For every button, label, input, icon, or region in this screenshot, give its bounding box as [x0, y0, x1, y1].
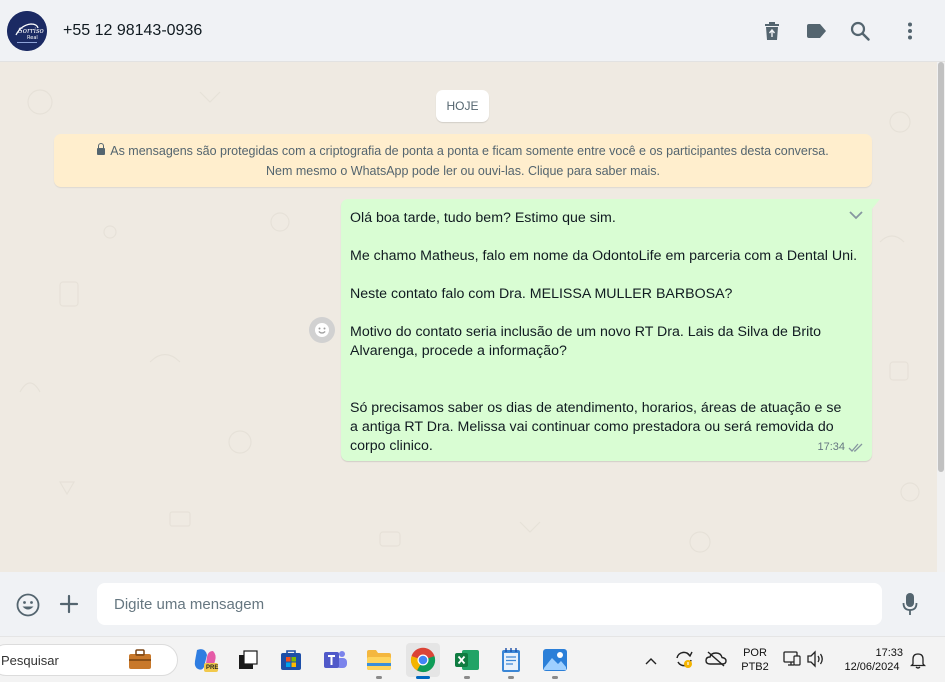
taskbar-store[interactable] [274, 643, 308, 677]
clock-date: 12/06/2024 [844, 661, 900, 673]
clock-time: 17:33 [875, 647, 903, 659]
show-hidden-icons-chevron-up-icon[interactable] [644, 653, 658, 671]
menu-icon[interactable] [899, 20, 921, 42]
message-line: Me chamo Matheus, falo em nome da Odonto… [350, 248, 858, 264]
notifications-bell-icon[interactable] [909, 651, 927, 674]
date-chip: HOJE [436, 90, 489, 122]
notepad-icon [502, 648, 520, 672]
app-active-indicator [416, 676, 430, 679]
volume-icon[interactable] [806, 650, 826, 673]
microphone-icon [902, 593, 918, 615]
avatar-logo-icon: Sorriso Real [7, 11, 47, 51]
emoji-icon [16, 593, 40, 617]
scrollbar-thumb[interactable] [938, 62, 944, 472]
emoji-button[interactable] [15, 592, 41, 618]
sync-icon[interactable] [673, 649, 695, 674]
message-line: Olá boa tarde, tudo bem? Estimo que sim. [350, 210, 616, 226]
contact-name[interactable]: +55 12 98143-0936 [63, 22, 202, 40]
search-icon[interactable] [849, 20, 871, 42]
taskbar-chrome[interactable] [406, 643, 440, 677]
app-running-indicator [464, 676, 470, 679]
message-line: Neste contato falo com Dra. MELISSA MULL… [350, 286, 733, 302]
smiley-icon [315, 323, 329, 337]
contact-avatar[interactable]: Sorriso Real [7, 11, 47, 51]
react-emoji-button[interactable] [309, 317, 335, 343]
svg-text:Real: Real [27, 35, 38, 41]
message-line: Só precisamos saber os dias de atendimen… [350, 400, 842, 454]
taskbar-excel[interactable] [450, 643, 484, 677]
attach-button[interactable] [57, 592, 81, 616]
windows-taskbar: Pesquisar PRE POR PTB2 17:33 12/06/2024 [0, 636, 945, 682]
chat-scrollbar[interactable] [937, 62, 945, 572]
briefcase-icon [127, 648, 153, 672]
message-meta: 17:34 [817, 438, 864, 457]
taskbar-notepad[interactable] [494, 643, 528, 677]
message-composer: Digite uma mensagem [0, 572, 945, 636]
encryption-notice[interactable]: As mensagens são protegidas com a cripto… [54, 134, 872, 187]
message-line: Motivo do contato seria inclusão de um n… [350, 324, 822, 359]
message-input-placeholder: Digite uma mensagem [114, 595, 265, 613]
message-input[interactable]: Digite uma mensagem [97, 583, 882, 625]
app-running-indicator [376, 676, 382, 679]
taskbar-teams[interactable] [318, 643, 352, 677]
svg-text:Sorriso: Sorriso [18, 27, 44, 35]
plus-icon [59, 594, 79, 614]
taskbar-search-label: Pesquisar [1, 653, 59, 668]
taskbar-clock[interactable]: 17:33 12/06/2024 [836, 646, 908, 674]
outgoing-message[interactable]: Olá boa tarde, tudo bem? Estimo que sim.… [341, 199, 880, 461]
taskbar-photos[interactable] [538, 643, 572, 677]
taskbar-file-explorer[interactable] [362, 643, 396, 677]
taskbar-copilot[interactable]: PRE [188, 643, 222, 677]
language-code: POR [743, 647, 767, 659]
keyboard-layout: PTB2 [741, 661, 769, 673]
task-view-icon [239, 650, 258, 669]
cloud-offline-icon[interactable] [705, 651, 727, 672]
taskbar-search[interactable]: Pesquisar [0, 644, 178, 676]
input-language[interactable]: POR PTB2 [738, 646, 772, 674]
message-time: 17:34 [817, 441, 845, 453]
network-icon[interactable] [783, 650, 801, 673]
lock-icon [97, 143, 106, 155]
store-icon [281, 650, 301, 670]
teams-icon [324, 651, 347, 668]
excel-icon [455, 650, 479, 670]
encryption-notice-text: As mensagens são protegidas com a cripto… [110, 144, 829, 178]
chat-header: Sorriso Real +55 12 98143-0936 [0, 0, 945, 62]
chevron-down-icon[interactable] [848, 207, 864, 223]
double-check-icon [848, 443, 863, 452]
photos-icon [543, 649, 567, 671]
chrome-icon [410, 647, 436, 673]
voice-message-button[interactable] [898, 591, 922, 617]
app-running-indicator [508, 676, 514, 679]
folder-icon [367, 650, 391, 670]
trash-icon[interactable] [761, 20, 783, 42]
taskbar-task-view[interactable] [231, 643, 265, 677]
chat-area[interactable]: HOJE As mensagens são protegidas com a c… [0, 62, 937, 572]
label-icon[interactable] [805, 20, 827, 42]
copilot-badge: PRE [206, 665, 219, 671]
app-running-indicator [552, 676, 558, 679]
